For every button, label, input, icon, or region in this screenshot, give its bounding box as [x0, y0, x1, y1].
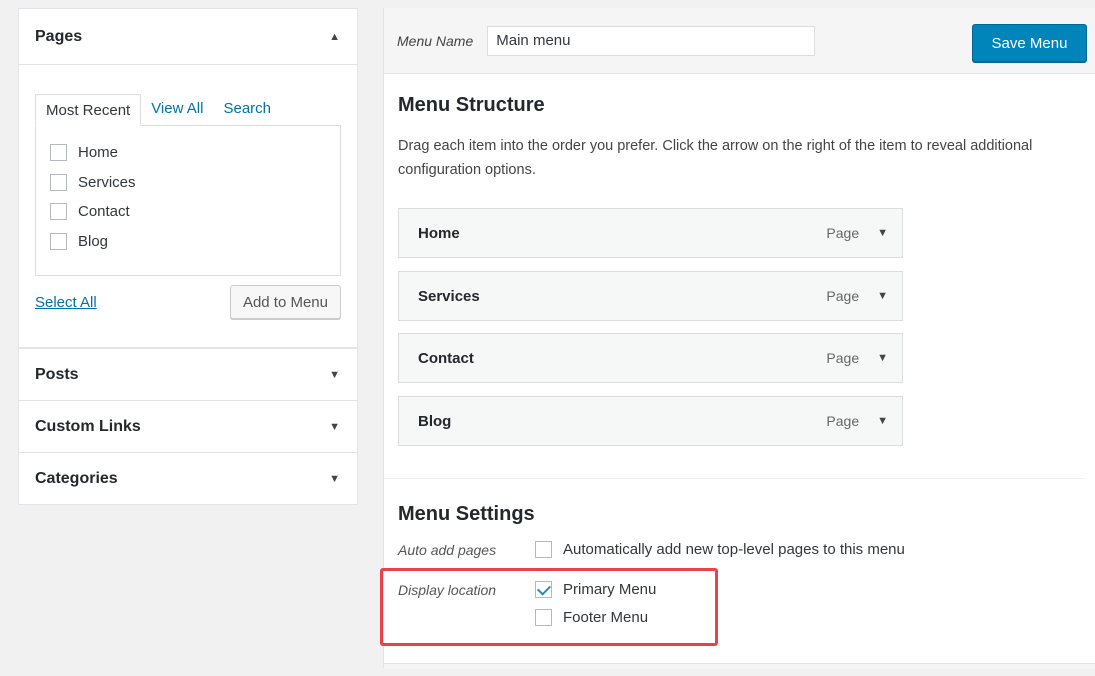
page-checkbox-blog[interactable]	[50, 232, 67, 250]
menu-name-label: Menu Name	[397, 32, 474, 49]
pages-tabs: Most Recent View All Search	[35, 93, 341, 126]
categories-panel-title: Categories	[35, 469, 118, 487]
collapse-up-icon[interactable]: ▲	[329, 31, 340, 43]
posts-panel-title: Posts	[35, 365, 79, 383]
menu-settings-title: Menu Settings	[398, 503, 535, 525]
menu-item-services[interactable]: Services Page ▼	[398, 271, 903, 321]
menu-item-title: Services	[418, 287, 480, 305]
menu-item-type: Page	[826, 413, 860, 429]
menu-item-contact[interactable]: Contact Page ▼	[398, 333, 903, 383]
menu-header: Menu Name Save Menu	[384, 8, 1095, 74]
page-label: Services	[78, 173, 136, 191]
chevron-down-icon[interactable]: ▼	[877, 290, 888, 302]
menu-name-input[interactable]	[487, 25, 816, 56]
page-checkbox-services[interactable]	[50, 173, 67, 191]
footer-strip	[384, 663, 1095, 669]
menu-item-title: Blog	[418, 412, 452, 430]
left-sidebar: Pages ▲ Most Recent View All Search Home…	[18, 8, 358, 505]
posts-panel-header[interactable]: Posts ▼	[19, 348, 357, 400]
page-label: Home	[78, 144, 119, 162]
tab-most-recent[interactable]: Most Recent	[35, 94, 142, 126]
select-all-link[interactable]: Select All	[35, 294, 97, 311]
auto-add-checkbox[interactable]	[535, 541, 552, 558]
chevron-down-icon[interactable]: ▼	[877, 227, 888, 239]
tab-search[interactable]: Search	[213, 93, 281, 125]
expand-down-icon[interactable]: ▼	[329, 421, 340, 433]
tab-view-all[interactable]: View All	[141, 93, 213, 125]
expand-down-icon[interactable]: ▼	[329, 369, 340, 381]
pages-panel: Pages ▲ Most Recent View All Search Home…	[18, 8, 358, 348]
custom-links-panel-header[interactable]: Custom Links ▼	[19, 400, 357, 452]
divider	[384, 478, 1085, 479]
expand-down-icon[interactable]: ▼	[329, 473, 340, 485]
add-to-menu-button[interactable]: Add to Menu	[229, 285, 341, 319]
chevron-down-icon[interactable]: ▼	[877, 352, 888, 364]
page-label: Blog	[78, 232, 109, 250]
menu-item-home[interactable]: Home Page ▼	[398, 208, 903, 258]
menu-structure-title: Menu Structure	[398, 94, 545, 116]
pages-actions: Select All Add to Menu	[35, 285, 341, 319]
list-item: Services	[50, 168, 326, 198]
save-menu-button[interactable]: Save Menu	[972, 24, 1087, 62]
menu-item-type: Page	[826, 225, 860, 241]
list-item: Home	[50, 138, 326, 168]
chevron-down-icon[interactable]: ▼	[877, 415, 888, 427]
auto-add-row: Auto add pages Automatically add new top…	[398, 541, 905, 558]
auto-add-text: Automatically add new top-level pages to…	[563, 541, 905, 558]
pages-panel-header[interactable]: Pages ▲	[19, 9, 357, 65]
menu-item-title: Home	[418, 224, 460, 242]
pages-panel-body: Most Recent View All Search Home Service…	[19, 65, 357, 347]
list-item: Blog	[50, 227, 326, 257]
menu-editor: Menu Name Save Menu Menu Structure Drag …	[380, 8, 1095, 669]
pages-panel-title: Pages	[35, 27, 83, 45]
menu-structure-description: Drag each item into the order you prefer…	[398, 138, 1033, 178]
pages-checklist: Home Services Contact Blog	[35, 125, 341, 276]
collapsed-panels: Posts ▼ Custom Links ▼ Categories ▼	[18, 348, 358, 505]
page-checkbox-contact[interactable]	[50, 203, 67, 221]
menu-item-title: Contact	[418, 349, 474, 367]
list-item: Contact	[50, 197, 326, 227]
page-checkbox-home[interactable]	[50, 144, 67, 162]
highlight-box	[380, 568, 718, 646]
menu-item-blog[interactable]: Blog Page ▼	[398, 396, 903, 446]
auto-add-label: Auto add pages	[398, 541, 497, 558]
menu-item-type: Page	[826, 350, 860, 366]
page-label: Contact	[78, 203, 130, 221]
categories-panel-header[interactable]: Categories ▼	[19, 452, 357, 504]
custom-links-panel-title: Custom Links	[35, 417, 141, 435]
menu-item-type: Page	[826, 288, 860, 304]
